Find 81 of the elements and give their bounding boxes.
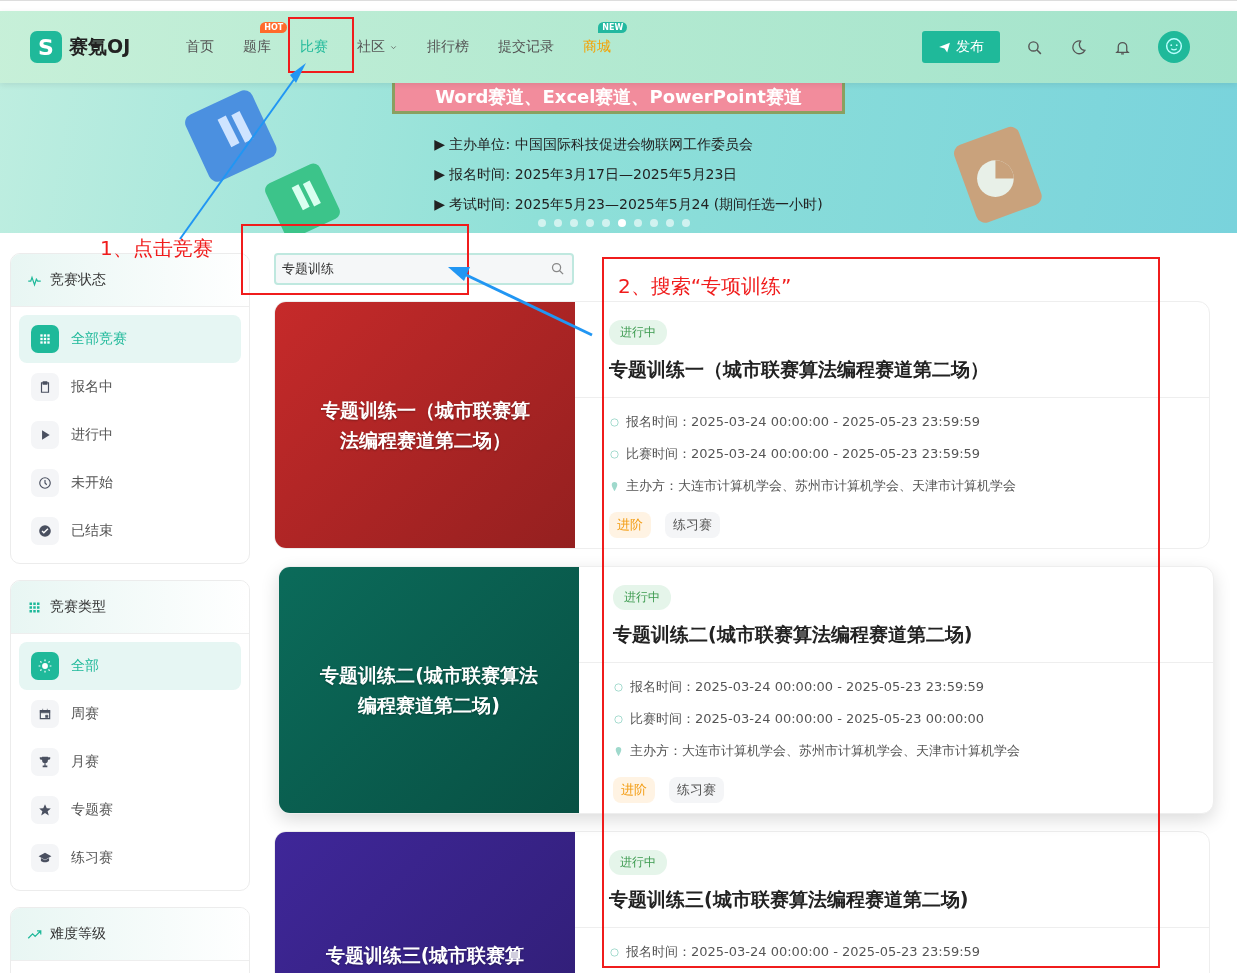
circle-icon xyxy=(609,448,620,460)
clock-icon xyxy=(38,476,52,490)
grid-icon xyxy=(38,332,52,346)
carousel-dot[interactable] xyxy=(681,219,690,227)
clipboard-icon xyxy=(38,380,52,394)
carousel-dot[interactable] xyxy=(633,219,642,227)
nav-link[interactable]: 首页 xyxy=(186,38,215,56)
filter-item[interactable]: 练习赛 xyxy=(19,834,241,882)
cover-title: 专题训练一（城市联赛算法编程赛道第二场） xyxy=(319,398,531,453)
filter-item[interactable]: 未开始 xyxy=(19,459,241,507)
circle-icon xyxy=(609,416,620,428)
contest-info: 比赛时间：2025-03-24 00:00:00 - 2025-05-23 23:59:59 xyxy=(626,445,981,463)
carousel-dot[interactable] xyxy=(617,219,626,227)
search-icon[interactable] xyxy=(550,261,565,276)
panel-title: 竞赛状态 xyxy=(50,271,106,289)
contest-info: 报名时间：2025-03-24 00:00:00 - 2025-05-23 23:59:59 xyxy=(630,678,985,696)
carousel-dot[interactable] xyxy=(665,219,674,227)
carousel-dot[interactable] xyxy=(537,219,546,227)
contest-tag: 练习赛 xyxy=(669,777,724,803)
contest-card[interactable]: 专题训练一（城市联赛算法编程赛道第二场） 进行中 专题训练一（城市联赛算法编程赛道第二场） 报名时间：2025-03-24 00:00:00 - 2025-05-23 23:59:59 比赛时间：2025-03-24 00:00:00 - 2025-05-23 23:59:59 主办方：大连市计算机学会、苏州市计算机学会、天津市计算机学会 进阶 练习赛 xyxy=(274,301,1210,549)
nav-badge: NEW xyxy=(598,22,628,33)
contest-info: 主办方：大连市计算机学会、苏州市计算机学会、天津市计算机学会 xyxy=(626,477,1016,495)
logo-text[interactable]: 赛氪OJ xyxy=(69,34,131,60)
trophy-icon xyxy=(38,755,52,769)
panel-title: 竞赛类型 xyxy=(50,598,106,616)
status-badge: 进行中 xyxy=(613,585,671,610)
send-icon xyxy=(938,40,951,54)
contest-card[interactable]: 专题训练二(城市联赛算法编程赛道第二场) 进行中 专题训练二(城市联赛算法编程赛道第二场) 报名时间：2025-03-24 00:00:00 - 2025-05-23 23:59:59 比赛时间：2025-03-24 00:00:00 - 2025-05-23 00:00:00 主办方：大连市计算机学会、苏州市计算机学会、天津市计算机学会 进阶 练习赛 xyxy=(278,566,1214,814)
filter-item[interactable]: 专题赛 xyxy=(19,786,241,834)
circle-icon xyxy=(613,681,624,693)
moon-icon[interactable] xyxy=(1070,38,1087,56)
contest-tag: 进阶 xyxy=(609,512,651,538)
pin-icon xyxy=(609,480,620,492)
contest-tag: 练习赛 xyxy=(665,512,720,538)
calendar-icon xyxy=(38,707,52,721)
banner-text: ▶ 主办单位: 中国国际科技促进会物联网工作委员会 xyxy=(434,135,754,154)
nav-link[interactable]: 排行榜 xyxy=(427,38,470,56)
star-icon xyxy=(38,803,52,817)
filter-item[interactable]: 进行中 xyxy=(19,411,241,459)
circle-icon xyxy=(609,946,620,958)
avatar[interactable] xyxy=(1158,31,1190,63)
contest-title[interactable]: 专题训练三(城市联赛算法编程赛道第二场) xyxy=(609,887,1185,913)
cover-title: 专题训练三(城市联赛算 xyxy=(325,943,525,968)
contest-info: 比赛时间：2025-03-24 00:00:00 - 2025-05-23 00:00:00 xyxy=(630,710,985,728)
filter-item[interactable]: 月赛 xyxy=(19,738,241,786)
status-badge: 进行中 xyxy=(609,320,667,345)
status-badge: 进行中 xyxy=(609,850,667,875)
search-icon[interactable] xyxy=(1026,38,1043,56)
sun-icon xyxy=(38,659,52,673)
contest-info: 主办方：大连市计算机学会、苏州市计算机学会、天津市计算机学会 xyxy=(630,742,1020,760)
carousel-dot[interactable] xyxy=(649,219,658,227)
graduation-cap-icon xyxy=(38,851,52,865)
carousel-dot[interactable] xyxy=(569,219,578,227)
contest-tag: 进阶 xyxy=(613,777,655,803)
nav-link[interactable]: 提交记录 xyxy=(498,38,555,56)
nav-badge: HOT xyxy=(260,22,288,33)
search-field[interactable]: 专题训练 xyxy=(274,253,574,285)
nav-link[interactable]: 社区 xyxy=(357,38,399,56)
contest-title[interactable]: 专题训练二(城市联赛算法编程赛道第二场) xyxy=(613,622,1189,648)
cover-title: 专题训练二(城市联赛算法编程赛道第二场) xyxy=(319,663,539,718)
filter-item[interactable]: 已结束 xyxy=(19,507,241,555)
filter-item[interactable]: 周赛 xyxy=(19,690,241,738)
carousel-dot[interactable] xyxy=(585,219,594,227)
contest-info: 报名时间：2025-03-24 00:00:00 - 2025-05-23 23:59:59 xyxy=(626,413,981,431)
contest-card[interactable]: 专题训练三(城市联赛算 进行中 专题训练三(城市联赛算法编程赛道第二场) 报名时间：2025-03-24 00:00:00 - 2025-05-23 23:59:59 xyxy=(274,831,1210,973)
carousel-dot[interactable] xyxy=(553,219,562,227)
nav-link[interactable]: 题库 xyxy=(243,38,272,56)
check-circle-icon xyxy=(38,524,52,538)
contest-title[interactable]: 专题训练一（城市联赛算法编程赛道第二场） xyxy=(609,357,1185,383)
banner-text: ▶ 考试时间: 2025年5月23—2025年5月24 (期间任选一小时) xyxy=(434,195,823,214)
contest-info: 报名时间：2025-03-24 00:00:00 - 2025-05-23 23:59:59 xyxy=(626,943,981,961)
highlight-box xyxy=(288,17,354,73)
banner-ribbon: Word赛道、Excel赛道、PowerPoint赛道 xyxy=(392,83,845,114)
banner-text: ▶ 报名时间: 2025年3月17日—2025年5月23日 xyxy=(434,165,739,184)
carousel-dot[interactable] xyxy=(601,219,610,227)
annotation-text: 1、点击竞赛 xyxy=(100,235,213,262)
annotation-text: 2、搜索“专项训练” xyxy=(618,273,792,300)
pin-icon xyxy=(613,745,624,757)
circle-icon xyxy=(613,713,624,725)
panel-title: 难度等级 xyxy=(50,925,106,943)
filter-item[interactable]: 报名中 xyxy=(19,363,241,411)
